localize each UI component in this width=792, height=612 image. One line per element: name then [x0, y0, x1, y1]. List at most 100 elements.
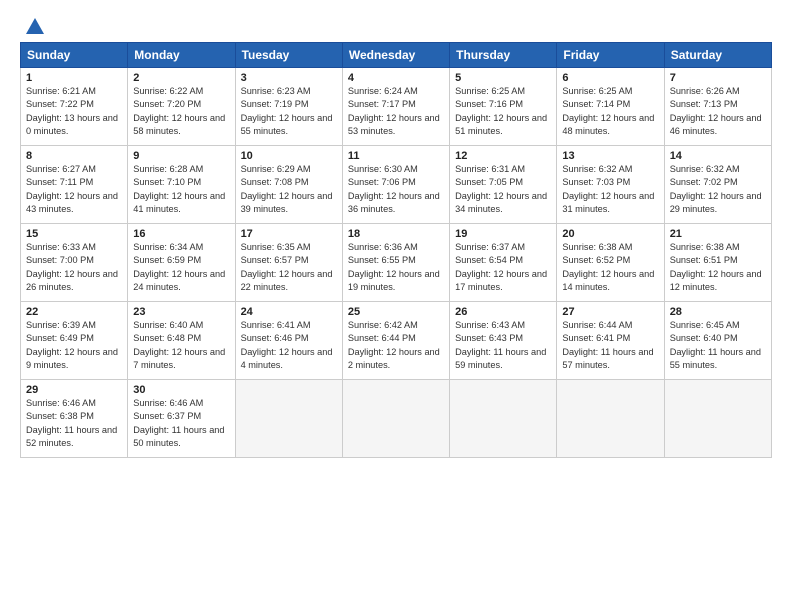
page: SundayMondayTuesdayWednesdayThursdayFrid…	[0, 0, 792, 612]
day-cell-13: 13 Sunrise: 6:32 AM Sunset: 7:03 PM Dayl…	[557, 146, 664, 224]
day-number: 8	[26, 150, 122, 162]
sunset-label: Sunset: 7:22 PM	[26, 99, 94, 109]
calendar-week-5: 29 Sunrise: 6:46 AM Sunset: 6:38 PM Dayl…	[21, 380, 772, 458]
day-info: Sunrise: 6:33 AM Sunset: 7:00 PM Dayligh…	[26, 241, 122, 294]
sunrise-label: Sunrise: 6:38 AM	[562, 242, 632, 252]
day-cell-2: 2 Sunrise: 6:22 AM Sunset: 7:20 PM Dayli…	[128, 68, 235, 146]
day-info: Sunrise: 6:25 AM Sunset: 7:16 PM Dayligh…	[455, 85, 551, 138]
daylight-label: Daylight: 11 hours and 59 minutes.	[455, 347, 546, 370]
day-cell-14: 14 Sunrise: 6:32 AM Sunset: 7:02 PM Dayl…	[664, 146, 771, 224]
day-cell-9: 9 Sunrise: 6:28 AM Sunset: 7:10 PM Dayli…	[128, 146, 235, 224]
sunset-label: Sunset: 6:37 PM	[133, 411, 201, 421]
sunrise-label: Sunrise: 6:44 AM	[562, 320, 632, 330]
day-cell-3: 3 Sunrise: 6:23 AM Sunset: 7:19 PM Dayli…	[235, 68, 342, 146]
day-number: 24	[241, 306, 337, 318]
sunset-label: Sunset: 6:54 PM	[455, 255, 523, 265]
sunset-label: Sunset: 6:38 PM	[26, 411, 94, 421]
day-cell-19: 19 Sunrise: 6:37 AM Sunset: 6:54 PM Dayl…	[450, 224, 557, 302]
day-cell-29: 29 Sunrise: 6:46 AM Sunset: 6:38 PM Dayl…	[21, 380, 128, 458]
sunrise-label: Sunrise: 6:32 AM	[670, 164, 740, 174]
sunrise-label: Sunrise: 6:34 AM	[133, 242, 203, 252]
day-cell-20: 20 Sunrise: 6:38 AM Sunset: 6:52 PM Dayl…	[557, 224, 664, 302]
day-cell-5: 5 Sunrise: 6:25 AM Sunset: 7:16 PM Dayli…	[450, 68, 557, 146]
sunrise-label: Sunrise: 6:39 AM	[26, 320, 96, 330]
sunrise-label: Sunrise: 6:41 AM	[241, 320, 311, 330]
day-number: 4	[348, 72, 444, 84]
daylight-label: Daylight: 12 hours and 48 minutes.	[562, 113, 654, 136]
sunrise-label: Sunrise: 6:37 AM	[455, 242, 525, 252]
day-info: Sunrise: 6:46 AM Sunset: 6:38 PM Dayligh…	[26, 397, 122, 450]
sunset-label: Sunset: 6:44 PM	[348, 333, 416, 343]
empty-cell	[235, 380, 342, 458]
sunrise-label: Sunrise: 6:42 AM	[348, 320, 418, 330]
day-number: 7	[670, 72, 766, 84]
sunset-label: Sunset: 7:13 PM	[670, 99, 738, 109]
sunset-label: Sunset: 6:49 PM	[26, 333, 94, 343]
day-info: Sunrise: 6:32 AM Sunset: 7:02 PM Dayligh…	[670, 163, 766, 216]
day-info: Sunrise: 6:32 AM Sunset: 7:03 PM Dayligh…	[562, 163, 658, 216]
col-header-friday: Friday	[557, 43, 664, 68]
day-info: Sunrise: 6:23 AM Sunset: 7:19 PM Dayligh…	[241, 85, 337, 138]
day-number: 17	[241, 228, 337, 240]
day-cell-12: 12 Sunrise: 6:31 AM Sunset: 7:05 PM Dayl…	[450, 146, 557, 224]
day-cell-11: 11 Sunrise: 6:30 AM Sunset: 7:06 PM Dayl…	[342, 146, 449, 224]
daylight-label: Daylight: 11 hours and 55 minutes.	[670, 347, 761, 370]
sunrise-label: Sunrise: 6:30 AM	[348, 164, 418, 174]
day-cell-8: 8 Sunrise: 6:27 AM Sunset: 7:11 PM Dayli…	[21, 146, 128, 224]
day-info: Sunrise: 6:44 AM Sunset: 6:41 PM Dayligh…	[562, 319, 658, 372]
day-info: Sunrise: 6:37 AM Sunset: 6:54 PM Dayligh…	[455, 241, 551, 294]
sunrise-label: Sunrise: 6:24 AM	[348, 86, 418, 96]
day-number: 1	[26, 72, 122, 84]
sunset-label: Sunset: 6:51 PM	[670, 255, 738, 265]
col-header-tuesday: Tuesday	[235, 43, 342, 68]
day-cell-7: 7 Sunrise: 6:26 AM Sunset: 7:13 PM Dayli…	[664, 68, 771, 146]
day-cell-4: 4 Sunrise: 6:24 AM Sunset: 7:17 PM Dayli…	[342, 68, 449, 146]
sunrise-label: Sunrise: 6:45 AM	[670, 320, 740, 330]
sunset-label: Sunset: 6:57 PM	[241, 255, 309, 265]
day-number: 23	[133, 306, 229, 318]
sunset-label: Sunset: 6:48 PM	[133, 333, 201, 343]
daylight-label: Daylight: 12 hours and 39 minutes.	[241, 191, 333, 214]
day-cell-1: 1 Sunrise: 6:21 AM Sunset: 7:22 PM Dayli…	[21, 68, 128, 146]
sunrise-label: Sunrise: 6:40 AM	[133, 320, 203, 330]
day-info: Sunrise: 6:36 AM Sunset: 6:55 PM Dayligh…	[348, 241, 444, 294]
daylight-label: Daylight: 12 hours and 31 minutes.	[562, 191, 654, 214]
day-cell-17: 17 Sunrise: 6:35 AM Sunset: 6:57 PM Dayl…	[235, 224, 342, 302]
day-info: Sunrise: 6:42 AM Sunset: 6:44 PM Dayligh…	[348, 319, 444, 372]
sunset-label: Sunset: 6:43 PM	[455, 333, 523, 343]
calendar-week-2: 8 Sunrise: 6:27 AM Sunset: 7:11 PM Dayli…	[21, 146, 772, 224]
col-header-sunday: Sunday	[21, 43, 128, 68]
calendar-table: SundayMondayTuesdayWednesdayThursdayFrid…	[20, 42, 772, 458]
day-number: 27	[562, 306, 658, 318]
sunset-label: Sunset: 6:59 PM	[133, 255, 201, 265]
day-number: 25	[348, 306, 444, 318]
day-number: 18	[348, 228, 444, 240]
day-info: Sunrise: 6:30 AM Sunset: 7:06 PM Dayligh…	[348, 163, 444, 216]
day-info: Sunrise: 6:27 AM Sunset: 7:11 PM Dayligh…	[26, 163, 122, 216]
sunrise-label: Sunrise: 6:46 AM	[26, 398, 96, 408]
daylight-label: Daylight: 12 hours and 7 minutes.	[133, 347, 225, 370]
day-number: 3	[241, 72, 337, 84]
sunrise-label: Sunrise: 6:31 AM	[455, 164, 525, 174]
daylight-label: Daylight: 12 hours and 2 minutes.	[348, 347, 440, 370]
daylight-label: Daylight: 12 hours and 36 minutes.	[348, 191, 440, 214]
daylight-label: Daylight: 12 hours and 53 minutes.	[348, 113, 440, 136]
day-number: 28	[670, 306, 766, 318]
sunrise-label: Sunrise: 6:33 AM	[26, 242, 96, 252]
day-number: 16	[133, 228, 229, 240]
day-info: Sunrise: 6:38 AM Sunset: 6:52 PM Dayligh…	[562, 241, 658, 294]
sunrise-label: Sunrise: 6:38 AM	[670, 242, 740, 252]
sunset-label: Sunset: 7:02 PM	[670, 177, 738, 187]
day-info: Sunrise: 6:39 AM Sunset: 6:49 PM Dayligh…	[26, 319, 122, 372]
day-number: 2	[133, 72, 229, 84]
sunrise-label: Sunrise: 6:43 AM	[455, 320, 525, 330]
day-cell-10: 10 Sunrise: 6:29 AM Sunset: 7:08 PM Dayl…	[235, 146, 342, 224]
sunset-label: Sunset: 7:19 PM	[241, 99, 309, 109]
day-info: Sunrise: 6:31 AM Sunset: 7:05 PM Dayligh…	[455, 163, 551, 216]
sunrise-label: Sunrise: 6:21 AM	[26, 86, 96, 96]
sunrise-label: Sunrise: 6:26 AM	[670, 86, 740, 96]
day-number: 19	[455, 228, 551, 240]
day-number: 30	[133, 384, 229, 396]
day-info: Sunrise: 6:24 AM Sunset: 7:17 PM Dayligh…	[348, 85, 444, 138]
day-number: 10	[241, 150, 337, 162]
